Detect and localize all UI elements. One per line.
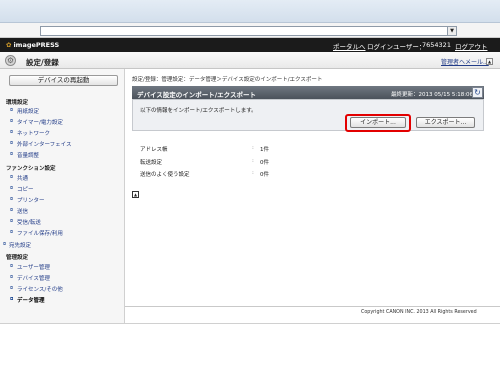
sidebar-item-network[interactable]: ネットワーク xyxy=(10,129,50,137)
sidebar-section-function[interactable]: ファンクション設定 xyxy=(6,164,56,172)
panel-title-bar: デバイス設定のインポート/エクスポート 最終更新：2013 05/15 5:18… xyxy=(132,86,484,99)
logo-icon: ✿ xyxy=(6,41,12,49)
info-label: 転送設定 xyxy=(140,160,163,166)
info-value: 0件 xyxy=(260,160,269,166)
sidebar-item-volume[interactable]: 音量調整 xyxy=(10,151,39,159)
sidebar-item-external-interface[interactable]: 外部インターフェイス xyxy=(10,140,71,148)
info-value: 0件 xyxy=(260,172,269,178)
info-separator: : xyxy=(252,170,254,176)
address-bar[interactable]: ▼ xyxy=(40,26,457,36)
sidebar-item-device-management[interactable]: デバイス管理 xyxy=(10,274,50,282)
sidebar-item-data-management[interactable]: データ管理 xyxy=(10,296,44,304)
import-button[interactable]: インポート... xyxy=(350,117,406,128)
restart-device-button[interactable]: デバイスの再起動 xyxy=(9,75,118,86)
sidebar-item-user-management[interactable]: ユーザー管理 xyxy=(10,263,50,271)
sidebar-item-common[interactable]: 共通 xyxy=(10,174,28,182)
info-separator: : xyxy=(252,145,254,151)
settings-gear-icon: ⚙ xyxy=(5,55,16,66)
breadcrumb: 設定/登録：管理設定：データ管理＞デバイス設定のインポート/エクスポート xyxy=(132,77,323,83)
sidebar-section-environment[interactable]: 環境設定 xyxy=(6,98,28,106)
portal-link[interactable]: ポータルへ xyxy=(333,41,366,51)
sidebar-item-copy[interactable]: コピー xyxy=(10,185,33,193)
chevron-down-icon[interactable]: ▼ xyxy=(447,27,456,35)
sidebar: デバイスの再起動 環境設定 用紙設定 タイマー/電力設定 ネットワーク 外部イン… xyxy=(0,69,125,323)
page-top-icon[interactable]: ▲ xyxy=(132,191,139,198)
logout-link[interactable]: ログアウト xyxy=(455,41,488,51)
sidebar-item-receive-forward[interactable]: 受信/転送 xyxy=(10,218,41,226)
sidebar-item-timer-power[interactable]: タイマー/電力設定 xyxy=(10,118,63,126)
sidebar-item-printer[interactable]: プリンター xyxy=(10,196,44,204)
page-header: ⚙ 設定/登録 管理者ヘメール... xyxy=(0,52,500,69)
info-value: 1件 xyxy=(260,147,269,153)
sidebar-item-file-storage[interactable]: ファイル保存/利用 xyxy=(10,229,63,237)
info-separator: : xyxy=(252,158,254,164)
login-user-name: 7654321 xyxy=(422,41,451,49)
browser-title-bar xyxy=(0,0,500,23)
sidebar-item-destination[interactable]: 宛先設定 xyxy=(3,241,31,249)
page-title: 設定/登録 xyxy=(26,58,59,67)
sidebar-section-management[interactable]: 管理設定 xyxy=(6,253,28,261)
copyright: Copyright CANON INC. 2013 All Rights Res… xyxy=(361,310,477,315)
last-updated: 最終更新：2013 05/15 5:18:06 xyxy=(391,92,474,98)
info-label: 送信のよく使う設定 xyxy=(140,172,190,178)
product-logo: ✿ imagePRESS xyxy=(6,41,60,49)
info-label: アドレス帳 xyxy=(140,147,168,153)
info-row: 転送設定 : 0件 xyxy=(140,158,380,168)
manager-email-link[interactable]: 管理者ヘメール... xyxy=(441,57,489,66)
panel-description: 以下の情報をインポート/エクスポートします。 xyxy=(140,108,257,114)
page-bottom xyxy=(0,323,500,375)
login-user-label: ログインユーザー： xyxy=(367,43,426,51)
refresh-icon[interactable]: ↻ xyxy=(472,87,483,98)
info-row: アドレス帳 : 1件 xyxy=(140,145,380,155)
sidebar-item-license-other[interactable]: ライセンス/その他 xyxy=(10,285,63,293)
export-button[interactable]: エクスポート... xyxy=(416,117,475,128)
info-row: 送信のよく使う設定 : 0件 xyxy=(140,170,380,180)
sidebar-item-paper-settings[interactable]: 用紙設定 xyxy=(10,107,39,115)
scroll-up-icon[interactable]: ▲ xyxy=(486,58,493,65)
footer-divider xyxy=(125,306,500,307)
sidebar-item-send[interactable]: 送信 xyxy=(10,207,28,215)
app-header: ✿ imagePRESS ポータルへ ログインユーザー： 7654321 ログアウ… xyxy=(0,38,500,52)
panel-title: デバイス設定のインポート/エクスポート xyxy=(137,91,256,99)
